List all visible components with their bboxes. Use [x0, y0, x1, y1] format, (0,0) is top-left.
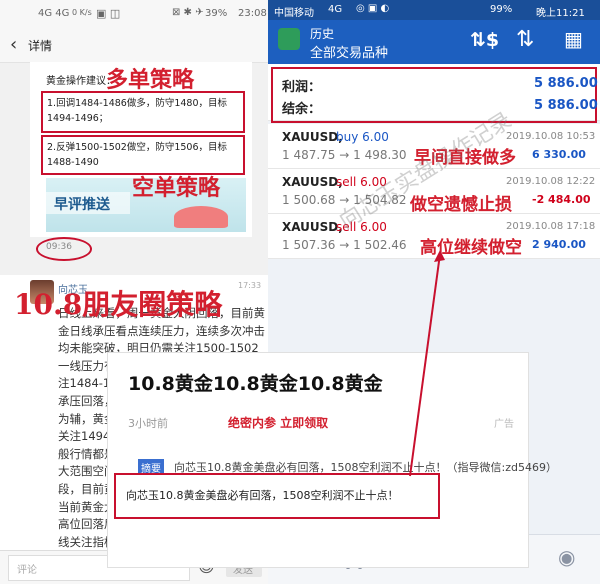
balance-value: 5 886.00 [534, 98, 598, 113]
long-strategy-text: 1.回调1484-1486做多，防守1480，目标1494-1496； [47, 98, 228, 124]
trade-prices: 1 487.75 → 1 498.30 [282, 148, 407, 162]
trade-symbol: XAUUSD, [282, 220, 343, 234]
ad-promo-link[interactable]: 绝密内参 立即领取 [228, 414, 328, 431]
banner-title: 早评推送 [54, 197, 110, 213]
ad-headline[interactable]: 10.8黄金10.8黄金10.8黄金 [128, 369, 383, 396]
trade-symbol: XAUUSD, [282, 175, 343, 189]
news-ad-card: 10.8黄金10.8黄金10.8黄金 3小时前 绝密内参 立即领取 广告 摘要 … [107, 352, 557, 568]
clock: 23:08 [238, 8, 267, 19]
battery-level: 39% [205, 8, 228, 19]
right-status-bar: 中国移动 4G ◎ ▣ ◐ 99% 晚上11:21 [268, 0, 600, 20]
message-time: 09:36 [46, 242, 72, 252]
sort-icon[interactable]: ⇅ [516, 27, 534, 52]
ad-time: 3小时前 [128, 417, 168, 430]
back-arrow-icon[interactable]: ‹ [10, 34, 17, 55]
trade-time: 2019.10.08 12:22 [506, 176, 596, 187]
notification-icons: ▣ ◫ [96, 7, 121, 20]
trade-prices: 1 507.36 → 1 502.46 [282, 238, 407, 252]
post-time: 17:33 [238, 281, 262, 290]
balance-label: 结余： [282, 102, 322, 117]
arrow-line [409, 253, 441, 477]
app-notification-icons: ◎ ▣ ◐ [356, 3, 390, 14]
trade-symbol: XAUUSD, [282, 130, 343, 144]
network-type: 4G [328, 4, 343, 15]
chat-detail-header: ‹ 详情 [0, 28, 268, 63]
app-logo-icon [278, 28, 300, 50]
calendar-icon[interactable]: ▦ [564, 27, 583, 51]
trade-pnl: 2 940.00 [532, 238, 586, 251]
multi-strategy-annotation: 多单策略 [106, 67, 195, 93]
profit-label: 利润： [282, 80, 322, 95]
profit-value: 5 886.00 [534, 76, 598, 91]
signal-indicator: 4G 4G [38, 8, 70, 19]
status-icons: ⊠ ✱ ✈ [172, 7, 204, 18]
short-strategy-text: 2.反弹1500-1502做空，防守1506，目标1488-1490 [47, 142, 228, 168]
messages-tab-icon[interactable]: ◉ [558, 545, 575, 569]
arrow-head [434, 250, 445, 262]
quote-text: 向芯玉10.8黄金美盘必有回落，1508空利润不止十点！ [126, 489, 399, 502]
quote-highlight-box: 向芯玉10.8黄金美盘必有回落，1508空利润不止十点！ [114, 473, 440, 519]
connector-arrow [409, 250, 445, 477]
header-subtitle: 全部交易品种 [310, 46, 389, 61]
short-strategy-annotation: 空单策略 [132, 175, 221, 201]
header-title: 历史 [310, 27, 335, 41]
network-speed: 0 K/s [72, 8, 92, 17]
ad-tag: 广告 [494, 419, 514, 430]
comment-placeholder: 评论 [17, 565, 37, 576]
trade-pnl: 6 330.00 [532, 148, 586, 161]
mushroom-illustration [174, 206, 228, 228]
short-strategy-box: 2.反弹1500-1502做空，防守1506，目标1488-1490 [41, 135, 245, 175]
clock-right: 晚上11:21 [536, 8, 585, 19]
currency-exchange-icon[interactable]: ⇅$ [470, 29, 499, 51]
moments-strategy-annotation: 10.8朋友圈策略 [14, 288, 223, 321]
trade-time: 2019.10.08 17:18 [506, 221, 596, 232]
left-status-bar: 4G 4G 0 K/s ▣ ◫ ⊠ ✱ ✈ 39% 23:08 [0, 0, 268, 28]
trade-time: 2019.10.08 10:53 [506, 131, 596, 142]
long-strategy-box: 1.回调1484-1486做多，防守1480，目标1494-1496； [41, 91, 245, 133]
battery-level-right: 99% [490, 4, 513, 15]
history-header: 历史 全部交易品种 ⇅$ ⇅ ▦ [268, 20, 600, 64]
short-stop-annotation: 做空遗憾止损 [410, 195, 512, 215]
trade-pnl: -2 484.00 [532, 193, 591, 206]
trade-side: buy 6.00 [336, 130, 389, 144]
carrier: 中国移动 [274, 8, 314, 19]
page-title: 详情 [28, 39, 53, 53]
